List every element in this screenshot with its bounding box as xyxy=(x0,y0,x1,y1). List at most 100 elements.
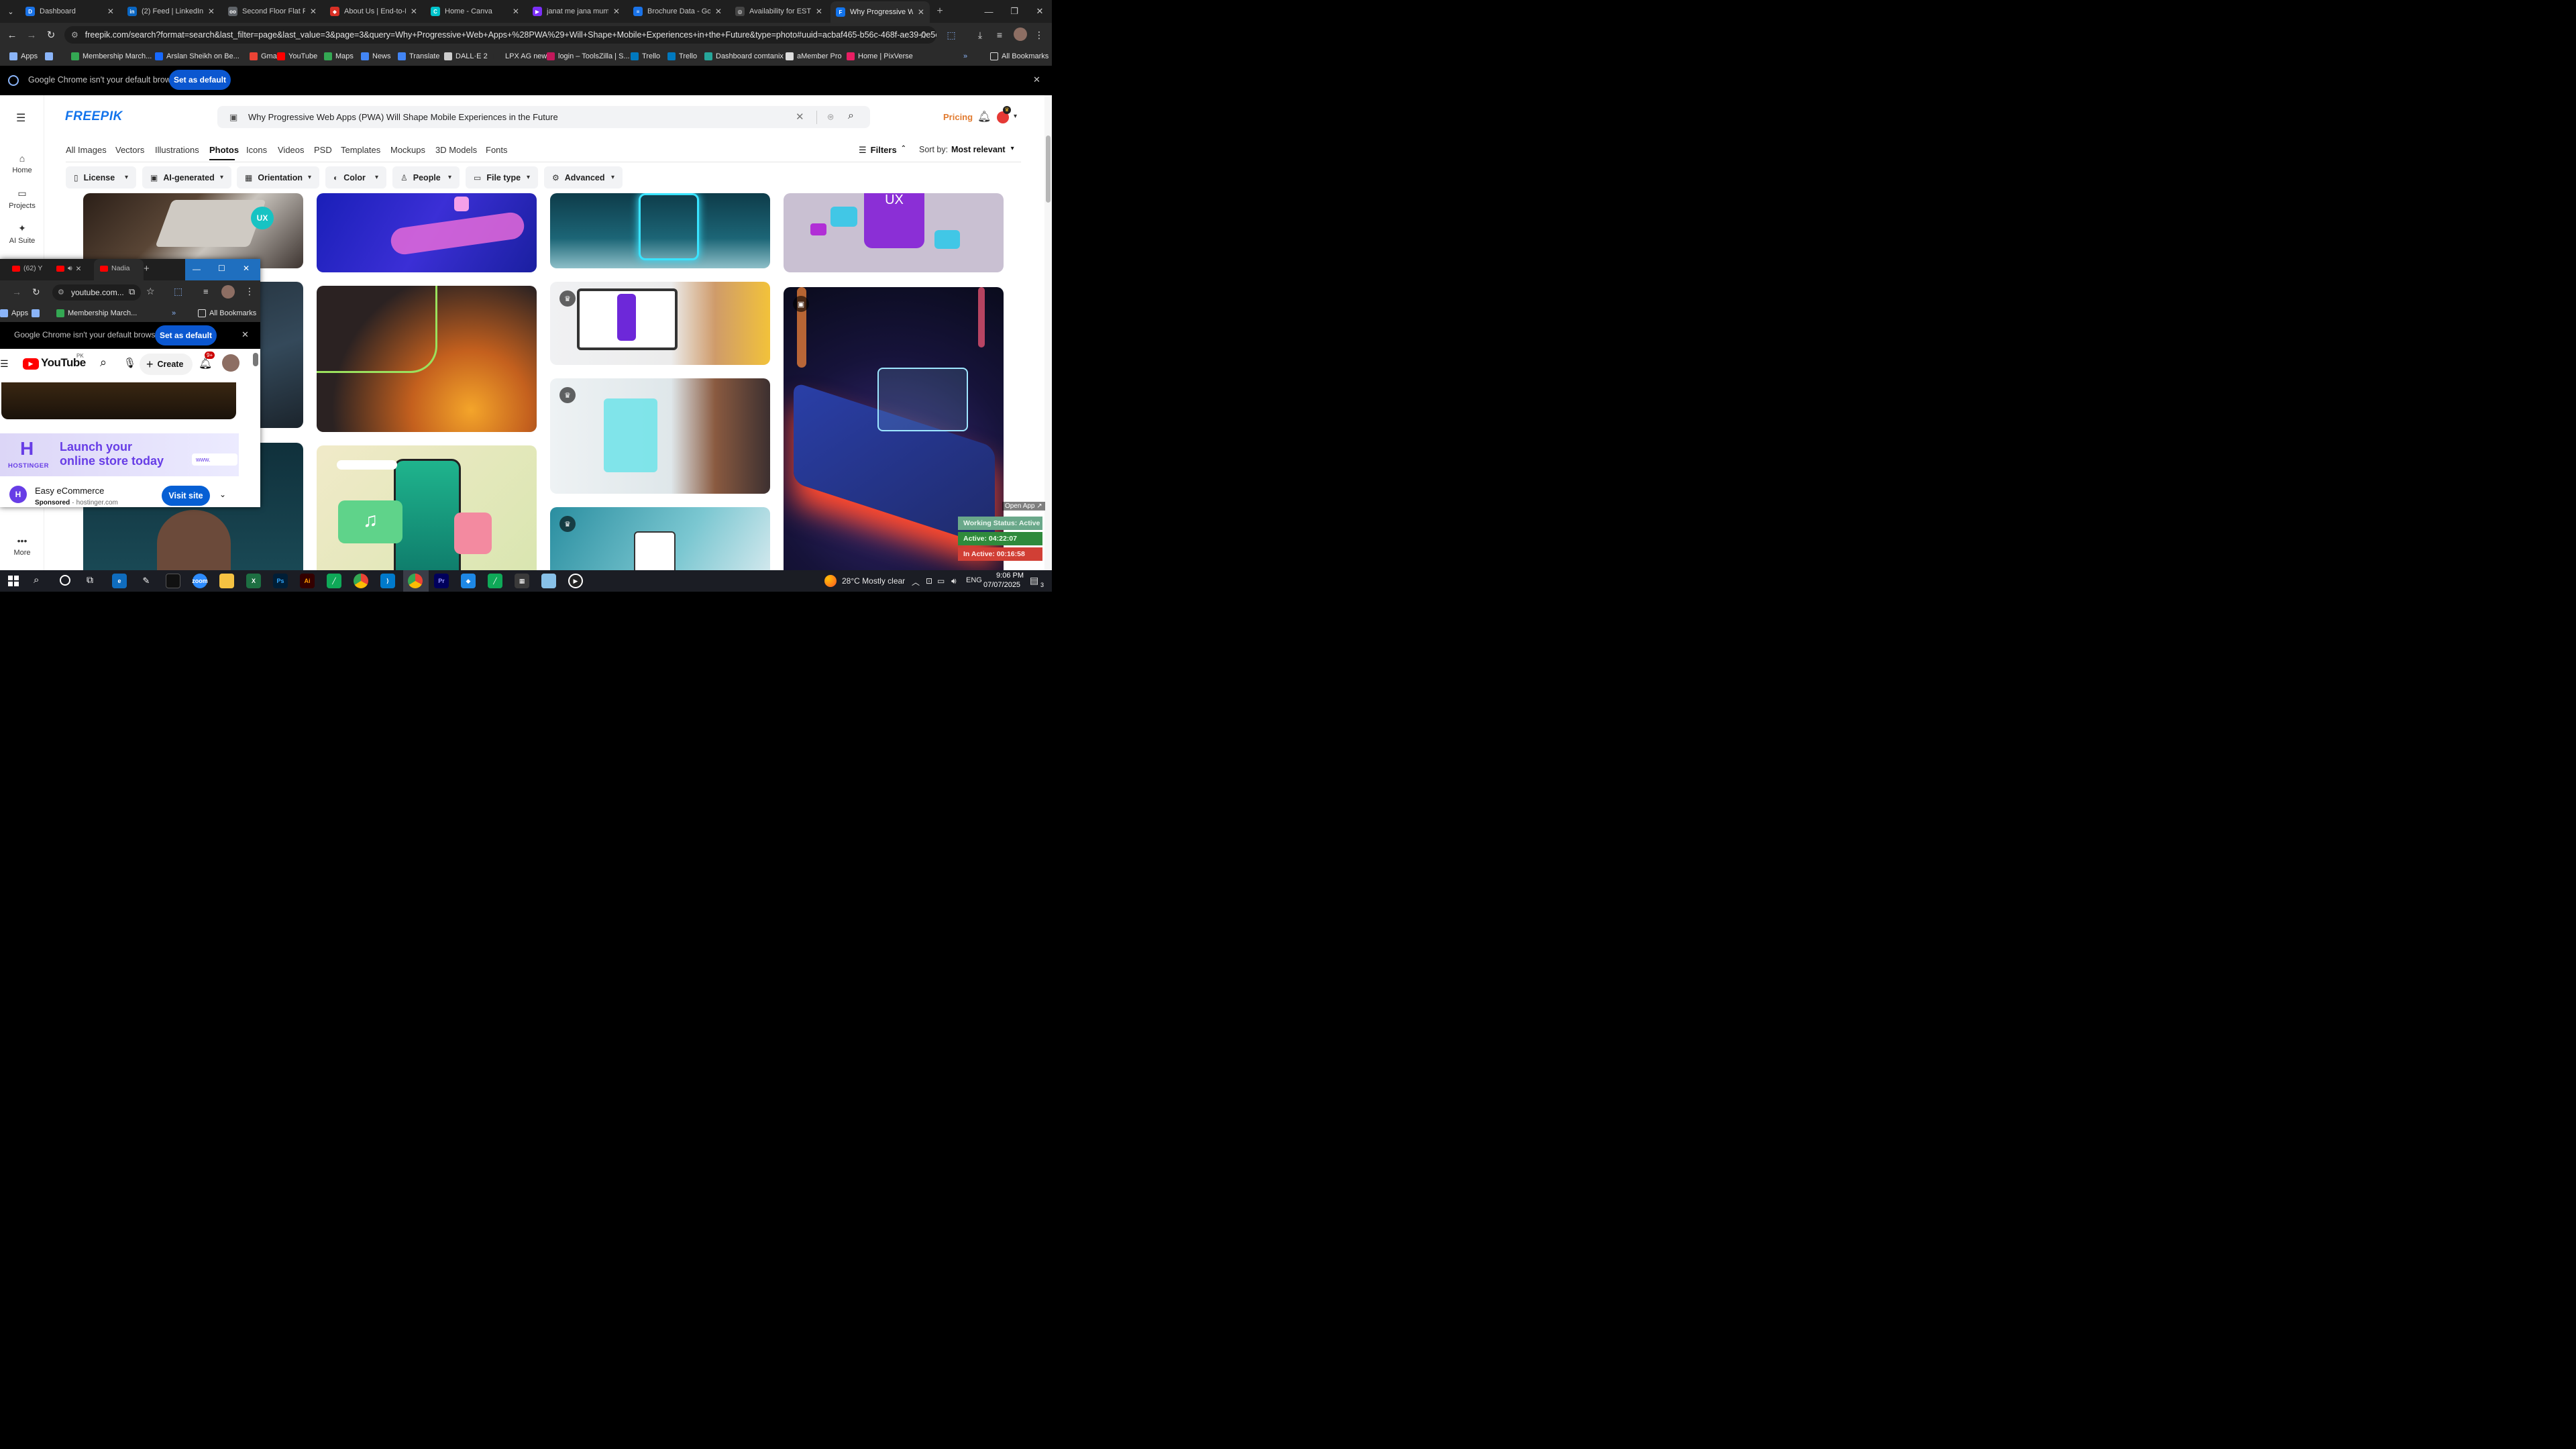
calculator-icon[interactable]: ▦ xyxy=(514,573,529,588)
search-icon[interactable]: ⌕ xyxy=(100,356,107,370)
photo-ux-phone-3d[interactable]: UX xyxy=(783,193,1004,272)
photo-hand-phone[interactable] xyxy=(316,193,537,272)
photo-man-hologram-network[interactable]: ♛ xyxy=(549,378,770,494)
profile-avatar[interactable] xyxy=(221,284,235,299)
bookmark-item[interactable]: Apps xyxy=(9,51,38,62)
network-icon[interactable]: ▭ xyxy=(937,576,945,586)
camera-icon[interactable]: ⌾ xyxy=(828,111,833,123)
all-bookmarks[interactable]: All Bookmarks xyxy=(989,51,1049,62)
extensions-icon[interactable]: ⬚ xyxy=(174,286,182,297)
bell-icon[interactable]: 🔔︎ xyxy=(977,110,991,123)
app-icon[interactable]: ╱ xyxy=(326,573,341,588)
tab-illustrations[interactable]: Illustrations xyxy=(155,145,199,155)
close-infobar-icon[interactable]: ✕ xyxy=(1033,74,1040,85)
visit-site-button[interactable]: Visit site xyxy=(161,485,210,506)
close-window-icon[interactable]: ✕ xyxy=(243,264,250,273)
extensions-icon[interactable]: ⬚ xyxy=(945,29,957,41)
clock-time[interactable]: 9:06 PM xyxy=(996,572,1024,580)
search-icon[interactable]: ⌕ xyxy=(848,110,854,122)
browser-tab[interactable]: oo Second Floor Flat For ✕ xyxy=(223,3,322,20)
bookmark-item[interactable]: Membership March... xyxy=(70,51,152,62)
pricing-link[interactable]: Pricing xyxy=(943,112,973,122)
bookmark-item[interactable]: Home | PixVerse xyxy=(846,51,913,62)
media-player-icon[interactable]: ▶ xyxy=(568,573,583,588)
minimize-icon[interactable]: — xyxy=(975,0,1002,23)
bookmark-star-icon[interactable]: ☆ xyxy=(146,286,155,297)
minimize-icon[interactable]: — xyxy=(193,264,201,274)
ad-banner[interactable]: H HOSTINGER Launch your online store tod… xyxy=(0,433,239,476)
bookmark-item[interactable]: Dashboard comtanix xyxy=(704,51,784,62)
media-control-icon[interactable]: ≡ xyxy=(994,29,1006,41)
filter-advanced-button[interactable]: ⚙ Advanced ▾ xyxy=(543,166,623,189)
bookmark-item[interactable]: login – ToolsZilla | S... xyxy=(546,51,630,62)
clear-search-icon[interactable]: ✕ xyxy=(796,111,804,123)
search-bar[interactable]: ▣ Why Progressive Web Apps (PWA) Will Sh… xyxy=(217,105,870,128)
close-tab-icon[interactable]: ✕ xyxy=(411,7,417,16)
site-info-icon[interactable]: ⚙ xyxy=(58,288,64,297)
close-tab-icon[interactable]: ✕ xyxy=(715,7,722,16)
media-control-icon[interactable]: ≡ xyxy=(203,286,209,297)
chevron-down-icon[interactable]: ⌄ xyxy=(219,490,226,499)
photo-hologram-person[interactable] xyxy=(549,193,770,268)
close-window-icon[interactable]: ✕ xyxy=(1026,0,1052,23)
yt-address-bar[interactable]: ⚙ youtube.com... xyxy=(52,284,141,301)
tab-all-images[interactable]: All Images xyxy=(66,145,107,155)
bookmark-item[interactable]: YouTube xyxy=(276,51,317,62)
app-icon[interactable] xyxy=(541,573,556,588)
photo-laptop-app-ui[interactable]: ♛ xyxy=(549,281,770,365)
bookmarks-overflow-icon[interactable]: » xyxy=(172,308,176,319)
bookmark-grid[interactable] xyxy=(31,308,40,319)
microphone-icon[interactable]: 🎙︎ xyxy=(123,357,136,369)
close-infobar-icon[interactable]: ✕ xyxy=(241,329,249,340)
new-tab-icon[interactable]: + xyxy=(933,5,947,18)
advertiser-avatar[interactable]: H xyxy=(9,485,27,503)
app-icon[interactable]: ◆ xyxy=(460,573,476,588)
browser-tab[interactable]: ▶ janat me jana mumki ✕ xyxy=(527,3,625,20)
filters-toggle[interactable]: ☰ Filters ⌃ xyxy=(859,145,906,156)
tab-vectors[interactable]: Vectors xyxy=(115,145,144,155)
filter-orientation-button[interactable]: ▦ Orientation ▾ xyxy=(236,166,319,189)
forward-icon[interactable]: → xyxy=(12,286,21,297)
sidebar-item-projects[interactable]: ▭ Projects xyxy=(0,188,44,210)
filter-license-button[interactable]: ▯ License ▾ xyxy=(65,166,136,189)
scrollbar-thumb[interactable] xyxy=(1045,135,1051,203)
filter-people-button[interactable]: ♙ People ▾ xyxy=(392,166,460,189)
file-explorer-icon[interactable] xyxy=(219,573,234,588)
chrome-active-icon[interactable] xyxy=(407,573,423,588)
search-icon[interactable]: ⌕ xyxy=(34,574,39,586)
close-tab-icon[interactable]: ✕ xyxy=(107,7,114,16)
bookmark-item[interactable]: Gmail xyxy=(249,51,280,62)
terminal-icon[interactable] xyxy=(165,573,180,588)
ad-title[interactable]: Easy eCommerce xyxy=(35,486,104,496)
bookmark-item[interactable]: Translate xyxy=(397,51,439,62)
avatar[interactable] xyxy=(221,354,239,372)
edge-icon[interactable]: e xyxy=(111,573,127,588)
sidebar-item-ai-suite[interactable]: ✦ AI Suite xyxy=(0,223,44,245)
tray-overflow-icon[interactable]: ︿ xyxy=(912,576,920,588)
yt-tab-1[interactable]: (62) Y xyxy=(11,264,42,272)
bookmark-apps[interactable]: Apps xyxy=(0,308,28,319)
create-button[interactable]: + Create xyxy=(139,353,193,375)
close-tab-icon[interactable]: ✕ xyxy=(76,264,82,272)
meet-icon[interactable]: ⊡ xyxy=(926,576,932,586)
photoshop-icon[interactable]: Ps xyxy=(272,573,288,588)
freepik-logo[interactable]: FREEPIK xyxy=(65,109,123,124)
sidebar-item-more[interactable]: ••• More xyxy=(0,535,44,557)
hamburger-menu-icon[interactable]: ☰ xyxy=(16,111,25,125)
bookmarks-overflow-icon[interactable]: » xyxy=(963,51,967,62)
cast-icon[interactable]: ⧉ xyxy=(129,286,135,297)
close-tab-icon[interactable]: ✕ xyxy=(208,7,215,16)
open-app-link[interactable]: Open App ↗ xyxy=(1002,501,1045,511)
bookmark-star-icon[interactable]: ☆ xyxy=(917,29,929,41)
premiere-icon[interactable]: Pr xyxy=(433,573,449,588)
bookmark-item[interactable]: LPX AG new xyxy=(493,51,547,62)
bookmark-item[interactable]: Arslan Sheikh on Be... xyxy=(154,51,239,62)
excel-icon[interactable]: X xyxy=(246,573,261,588)
photo-laptop-ux[interactable]: UX xyxy=(83,193,303,268)
yt-tab-3[interactable]: Nadia xyxy=(99,264,129,272)
sidebar-item-home[interactable]: ⌂ Home xyxy=(0,153,44,174)
bookmark-item[interactable] xyxy=(44,51,53,62)
browser-tab[interactable]: ≡ Brochure Data - Goo ✕ xyxy=(628,3,727,20)
bookmark-membership[interactable]: Membership March... xyxy=(56,308,137,319)
close-tab-icon[interactable]: ✕ xyxy=(918,7,924,17)
